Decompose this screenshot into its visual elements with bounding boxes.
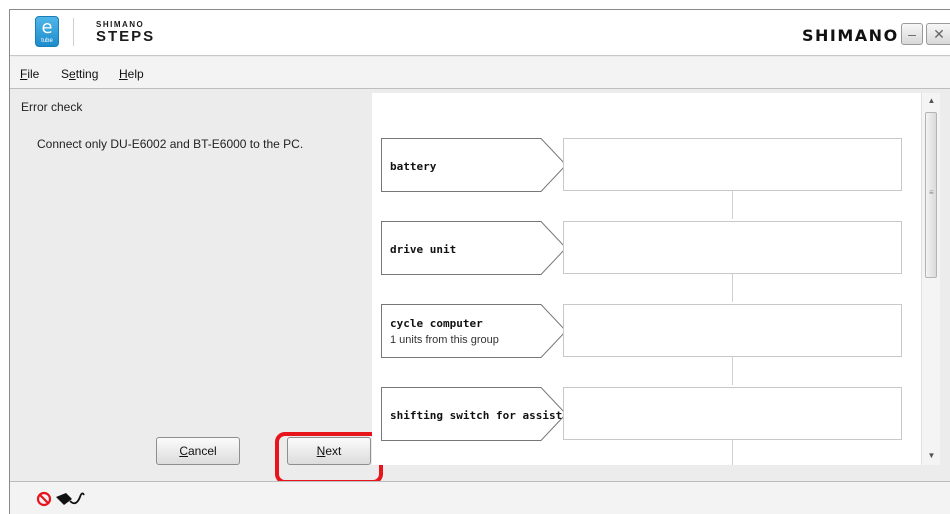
etube-logo-text: tube [41,38,53,44]
close-button[interactable]: ✕ [926,23,950,45]
component-label: battery [390,160,437,173]
left-panel: Error check Connect only DU-E6002 and BT… [10,90,370,475]
no-connection-icon [36,491,52,507]
component-label: cycle computer [390,317,483,330]
menu-help-label: elp [127,67,144,81]
cancel-accel: C [179,444,188,458]
next-button-highlight [275,432,383,484]
menu-help-accel: H [119,67,128,81]
component-sublabel: 1 units from this group [390,334,499,346]
shimano-brand: SHIMANO [802,26,899,45]
vertical-scrollbar[interactable]: ▲ ≡ ▼ [921,93,940,465]
menu-setting[interactable]: Setting [61,67,98,81]
connector-line [732,274,733,302]
menu-help[interactable]: Help [119,67,144,81]
component-drive-unit[interactable]: drive unit [381,221,567,275]
component-slot [563,138,902,191]
component-label: shifting switch for assist [390,409,563,422]
component-slot [563,221,902,274]
close-icon: ✕ [933,26,945,42]
cable-icon [56,492,85,505]
steps-logo: SHIMANO STEPS [96,20,176,44]
component-slot [563,304,902,357]
cancel-button[interactable]: Cancel [156,437,240,465]
scroll-down-icon[interactable]: ▼ [922,448,941,464]
etube-logo-letter: e [41,17,53,38]
component-label: drive unit [390,243,457,256]
instruction-text: Connect only DU-E6002 and BT-E6000 to th… [37,137,304,151]
connector-line [732,357,733,385]
scroll-thumb[interactable]: ≡ [925,112,937,278]
component-battery[interactable]: battery [381,138,567,192]
status-bar [10,481,950,514]
connector-line [732,440,733,465]
minimize-icon: – [908,26,916,42]
component-arrow-shape [381,304,567,358]
connector-line [732,191,733,219]
title-bar: e tube SHIMANO STEPS SHIMANO – ✕ [10,10,950,56]
menu-file[interactable]: File [20,67,39,81]
scroll-grip-icon: ≡ [929,188,934,197]
section-title: Error check [21,100,83,114]
menu-file-label: ile [27,67,40,81]
component-shifting-switch[interactable]: shifting switch for assist [381,387,567,441]
menu-setting-pre: S [61,67,70,81]
title-divider [73,18,74,46]
component-cycle-computer[interactable]: cycle computer 1 units from this group [381,304,567,358]
component-slot [563,387,902,440]
scroll-up-icon[interactable]: ▲ [922,93,941,109]
cancel-label: ancel [187,444,217,458]
menu-setting-label: tting [75,67,99,81]
status-icon-group [36,491,85,507]
etube-logo-icon: e tube [35,16,59,47]
minimize-button[interactable]: – [901,23,923,45]
status-icons [36,489,98,514]
steps-logo-big: STEPS [96,28,156,45]
menu-bar: File Setting Help [10,57,950,89]
menu-setting-accel: e [69,67,76,81]
